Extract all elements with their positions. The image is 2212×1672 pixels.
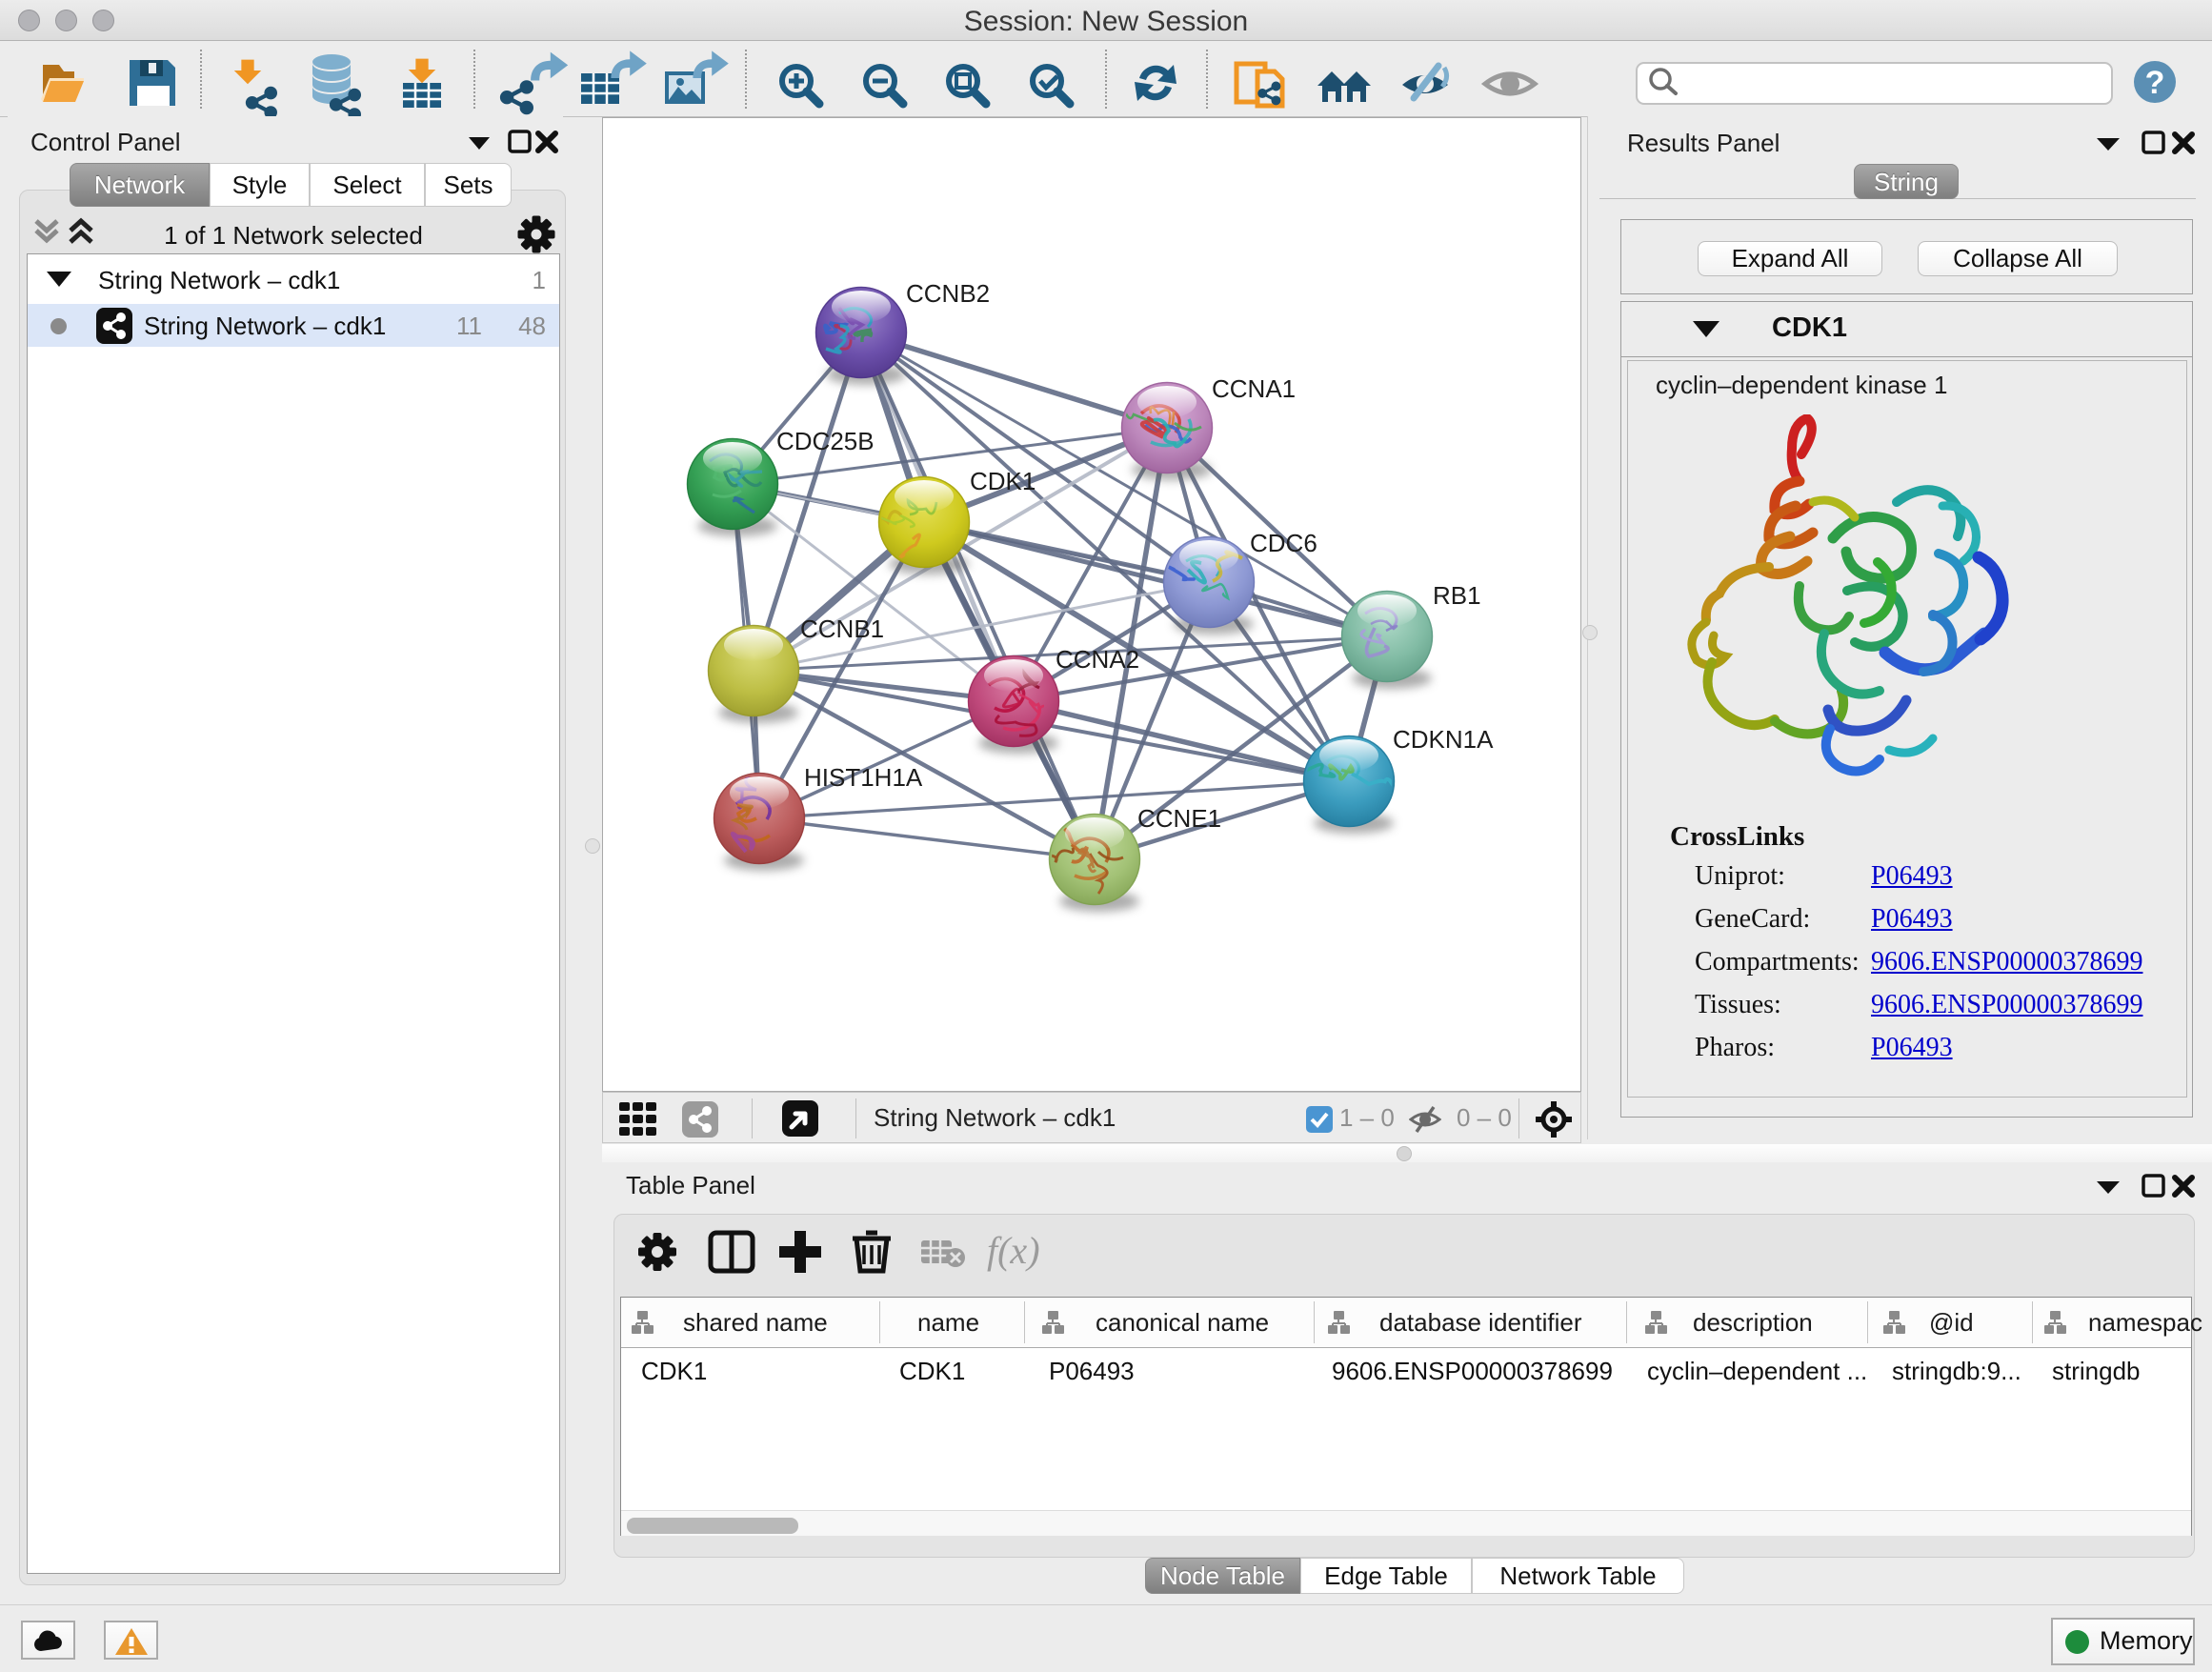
svg-text:CDK1: CDK1 [970,467,1036,495]
svg-text:CDC6: CDC6 [1250,529,1317,557]
svg-text:CCNB2: CCNB2 [906,279,990,308]
svg-text:RB1: RB1 [1433,581,1481,610]
svg-text:?: ? [2145,65,2165,101]
svg-text:HIST1H1A: HIST1H1A [804,763,923,792]
svg-text:CCNE1: CCNE1 [1137,804,1221,833]
svg-text:CDKN1A: CDKN1A [1393,725,1494,754]
svg-text:CCNA1: CCNA1 [1212,374,1296,403]
svg-text:CCNB1: CCNB1 [800,614,884,643]
svg-text:CCNA2: CCNA2 [1056,645,1139,674]
svg-text:f(x): f(x) [987,1229,1040,1272]
svg-text:CDC25B: CDC25B [776,427,875,455]
